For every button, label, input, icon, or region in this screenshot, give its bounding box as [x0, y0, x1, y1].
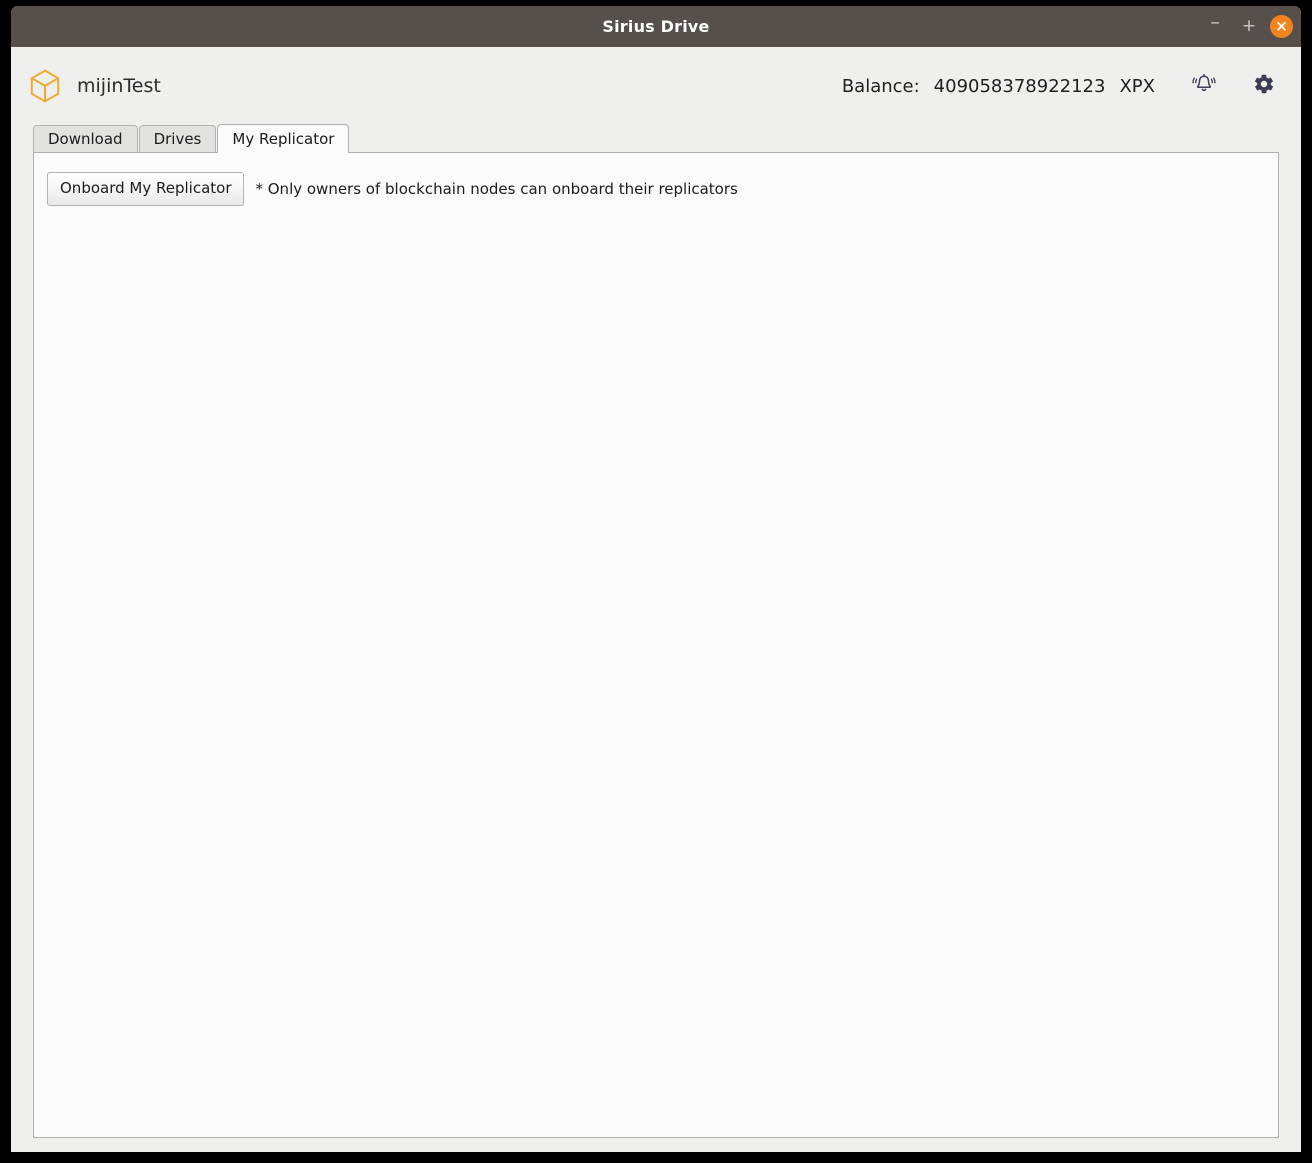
- bell-ringing-icon: [1192, 72, 1216, 100]
- onboard-hint-text: * Only owners of blockchain nodes can on…: [255, 179, 738, 198]
- balance-currency: XPX: [1119, 75, 1155, 97]
- settings-button[interactable]: [1245, 67, 1283, 105]
- panel-toolbar: Onboard My Replicator * Only owners of b…: [34, 153, 1278, 206]
- content-panel: Onboard My Replicator * Only owners of b…: [33, 152, 1279, 1138]
- brand-name: mijinTest: [77, 75, 161, 97]
- window-controls: – + ×: [1202, 6, 1293, 47]
- onboard-my-replicator-button[interactable]: Onboard My Replicator: [47, 172, 245, 206]
- balance-value: 409058378922123: [933, 75, 1106, 97]
- balance-label: Balance:: [841, 75, 920, 97]
- tab-my-replicator[interactable]: My Replicator: [217, 124, 350, 153]
- application-window: Sirius Drive – + × mijinTest Balance: 40…: [11, 6, 1301, 1152]
- window-title: Sirius Drive: [602, 17, 710, 36]
- tab-bar: Download Drives My Replicator: [11, 124, 1301, 153]
- tab-download-label: Download: [48, 130, 123, 148]
- title-bar: Sirius Drive – + ×: [11, 6, 1301, 47]
- window-bottom-strip: [11, 1138, 1301, 1152]
- tab-my-replicator-label: My Replicator: [232, 130, 335, 148]
- app-header: mijinTest Balance: 409058378922123 XPX: [11, 47, 1301, 125]
- window-frame: Sirius Drive – + × mijinTest Balance: 40…: [0, 0, 1312, 1163]
- tab-drives[interactable]: Drives: [138, 125, 217, 152]
- close-button[interactable]: ×: [1270, 15, 1293, 38]
- notifications-button[interactable]: [1185, 67, 1223, 105]
- tab-drives-label: Drives: [153, 130, 202, 148]
- header-right: Balance: 409058378922123 XPX: [842, 67, 1287, 105]
- cube-icon: [29, 69, 61, 103]
- maximize-button[interactable]: +: [1236, 14, 1262, 40]
- brand: mijinTest: [29, 69, 161, 103]
- minimize-button[interactable]: –: [1202, 10, 1228, 44]
- tab-download[interactable]: Download: [33, 125, 138, 152]
- gear-icon: [1253, 73, 1275, 99]
